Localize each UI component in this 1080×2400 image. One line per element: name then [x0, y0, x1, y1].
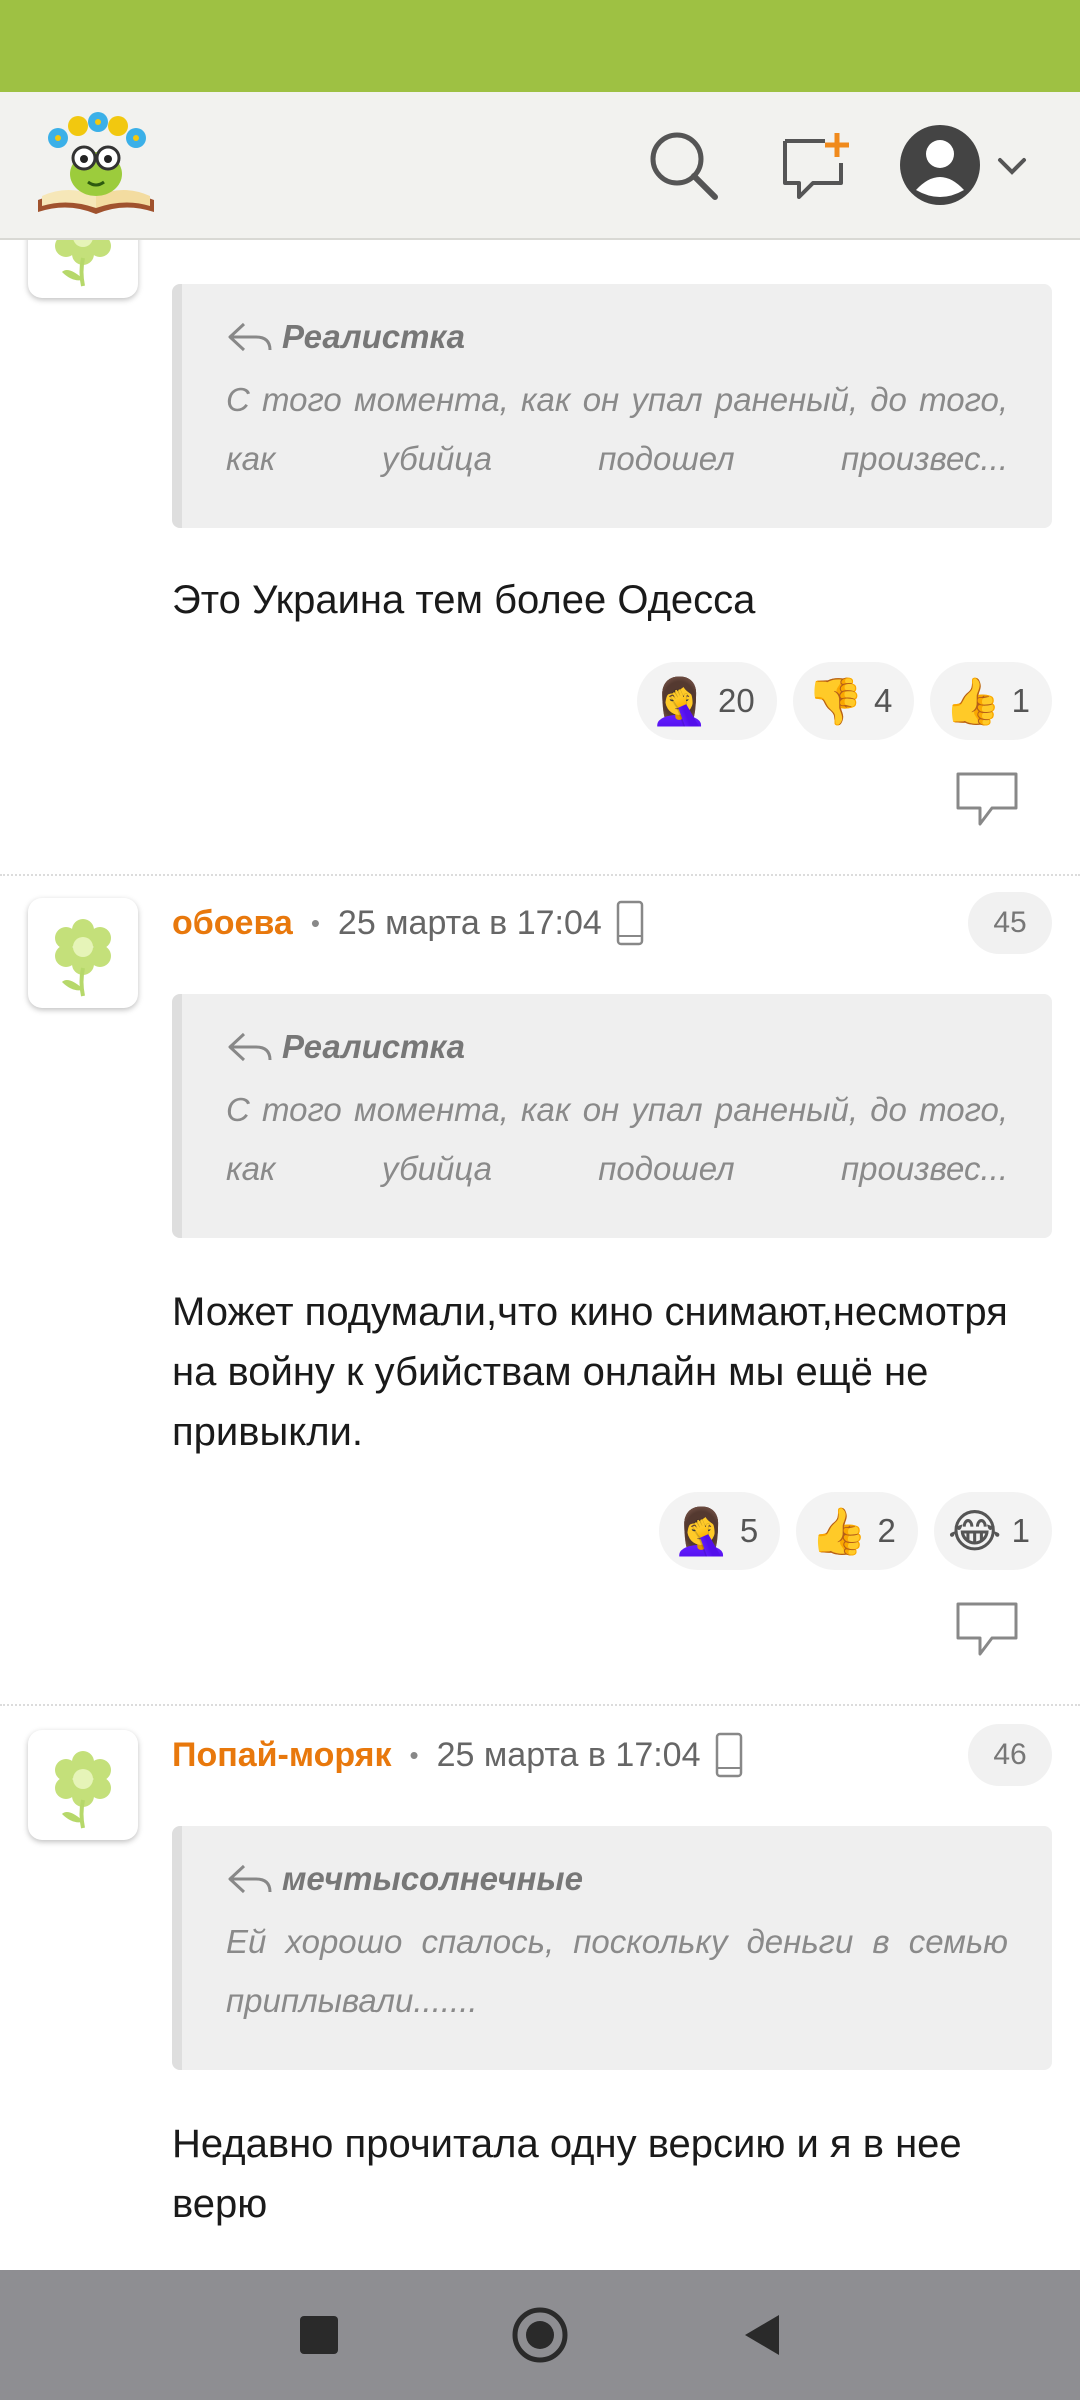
reaction-count: 1 — [1011, 682, 1030, 719]
comment-divider — [0, 874, 1080, 876]
reaction-facepalm[interactable]: 🤦‍♀️ 5 — [658, 1492, 781, 1570]
quote-author: Реалистка — [226, 318, 1008, 356]
comments-feed: Реалистка С того момента, как он упал ра… — [0, 240, 1080, 2270]
reply-arrow-icon — [228, 1032, 272, 1062]
reaction-count: 5 — [739, 1512, 759, 1549]
mobile-device-icon — [715, 1732, 743, 1778]
quote-block[interactable]: Реалистка С того момента, как он упал ра… — [172, 284, 1052, 528]
flower-avatar-icon — [55, 919, 111, 997]
comment-number[interactable]: 45 — [968, 892, 1052, 954]
comment-number[interactable]: 46 — [968, 1724, 1052, 1786]
reactions-bar: 🤦‍♀️ 5 👍 2 😂 1 — [658, 1492, 1052, 1570]
quote-block[interactable]: мечтысолнечные Ей хорошо спалось, поскол… — [172, 1826, 1052, 2070]
quote-author-name: Реалистка — [282, 1028, 465, 1065]
reaction-count: 20 — [718, 682, 755, 719]
new-message-icon[interactable] — [770, 120, 860, 210]
quote-author: Реалистка — [226, 1028, 1008, 1066]
profile-menu[interactable] — [898, 120, 1038, 210]
facepalm-icon: 🤦‍♀️ — [672, 1503, 730, 1558]
comment-text: Может подумали,что кино снимают,несмотря… — [172, 1290, 1008, 1454]
flower-avatar-icon — [55, 240, 111, 287]
quote-author: мечтысолнечные — [226, 1860, 1008, 1898]
meta-separator: • — [409, 1739, 419, 1770]
quote-text: Ей хорошо спалось, поскольку деньги в се… — [226, 1923, 1008, 2019]
thumbs-up-icon: 👍 — [810, 1503, 868, 1558]
reaction-thumbs-up[interactable]: 👍 1 — [930, 662, 1052, 740]
quote-text: С того момента, как он упал раненый, до … — [226, 1091, 1008, 1187]
flower-avatar-icon — [55, 1751, 111, 1829]
quote-author-name: Реалистка — [282, 318, 465, 355]
quote-author-name: мечтысолнечные — [282, 1860, 583, 1897]
thumbs-down-icon: 👎 — [806, 673, 864, 728]
comment-text: Это Украина тем более Одесса — [172, 578, 756, 622]
thumbs-up-icon: 👍 — [944, 673, 1002, 728]
site-logo[interactable] — [34, 108, 158, 220]
comment-text: Недавно прочитала одну версию и я в нее … — [172, 2122, 962, 2226]
quote-text: С того момента, как он упал раненый, до … — [226, 381, 1008, 477]
comment-date: 25 марта в 17:04 — [337, 903, 602, 942]
status-bar — [0, 0, 1080, 92]
reaction-count: 4 — [874, 682, 893, 719]
reaction-facepalm[interactable]: 🤦‍♀️ 20 — [636, 662, 777, 740]
back-icon[interactable] — [739, 2311, 783, 2359]
comment-divider — [0, 1704, 1080, 1706]
recent-apps-icon[interactable] — [297, 2313, 341, 2357]
search-icon[interactable] — [638, 120, 728, 210]
author-name[interactable]: Попай-моряк — [172, 1736, 392, 1775]
comment-meta: обоева • 25 марта в 17:04 — [172, 898, 644, 948]
avatar[interactable] — [28, 240, 138, 298]
comment-date: 25 марта в 17:04 — [436, 1735, 701, 1774]
avatar[interactable] — [28, 1730, 138, 1840]
reply-arrow-icon — [228, 322, 272, 352]
profile-avatar-icon — [900, 125, 1026, 205]
top-app-bar — [0, 92, 1080, 240]
meta-separator: • — [310, 907, 320, 938]
facepalm-icon: 🤦‍♀️ — [650, 673, 708, 728]
reaction-count: 1 — [1011, 1512, 1030, 1549]
home-icon[interactable] — [511, 2306, 569, 2364]
laughing-icon: 😂 — [947, 1504, 1002, 1558]
comment-meta: Попай-моряк • 25 марта в 17:04 — [172, 1730, 743, 1780]
reply-icon[interactable] — [954, 770, 1020, 830]
reaction-laughing[interactable]: 😂 1 — [933, 1492, 1052, 1570]
reaction-thumbs-up[interactable]: 👍 2 — [796, 1492, 918, 1570]
mobile-device-icon — [616, 900, 644, 946]
avatar[interactable] — [28, 898, 138, 1008]
reaction-thumbs-down[interactable]: 👎 4 — [792, 662, 915, 740]
quote-block[interactable]: Реалистка С того момента, как он упал ра… — [172, 994, 1052, 1238]
system-navigation-bar — [0, 2270, 1080, 2400]
chevron-down-icon — [998, 158, 1026, 175]
reply-icon[interactable] — [954, 1600, 1020, 1660]
reply-arrow-icon — [228, 1864, 272, 1894]
author-name[interactable]: обоева — [172, 904, 293, 943]
reactions-bar: 🤦‍♀️ 20 👎 4 👍 1 — [636, 662, 1052, 740]
reaction-count: 2 — [877, 1512, 896, 1549]
